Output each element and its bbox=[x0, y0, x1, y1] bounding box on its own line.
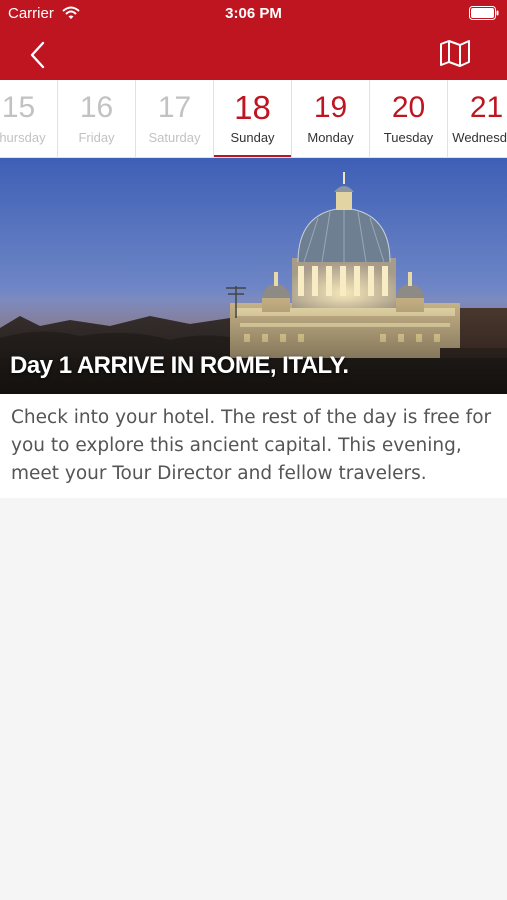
map-icon bbox=[440, 40, 470, 67]
hero-image: Day 1 ARRIVE IN ROME, ITALY. bbox=[0, 158, 507, 394]
date-number: 17 bbox=[157, 91, 192, 124]
day-title: Day 1 ARRIVE IN ROME, ITALY. bbox=[10, 352, 349, 379]
date-weekday: Sunday bbox=[230, 130, 275, 145]
date-cell-thursday[interactable]: 15 Thursday bbox=[0, 80, 58, 157]
back-button[interactable] bbox=[24, 38, 54, 72]
date-number: 15 bbox=[1, 91, 36, 124]
date-cell-tuesday[interactable]: 20 Tuesday bbox=[370, 80, 448, 157]
date-weekday: Saturday bbox=[148, 130, 201, 145]
date-weekday: Wednesday bbox=[452, 130, 507, 145]
date-number: 21 bbox=[469, 91, 504, 124]
date-number: 20 bbox=[391, 91, 426, 124]
date-cell-sunday[interactable]: 18 Sunday bbox=[214, 80, 292, 157]
date-cell-monday[interactable]: 19 Monday bbox=[292, 80, 370, 157]
date-weekday: Friday bbox=[78, 130, 115, 145]
app-header: Carrier 3:06 PM bbox=[0, 0, 507, 80]
map-button[interactable] bbox=[439, 38, 471, 68]
day-description: Check into your hotel. The rest of the d… bbox=[0, 394, 507, 498]
date-cell-wednesday[interactable]: 21 Wednesday bbox=[448, 80, 507, 157]
date-number: 19 bbox=[313, 91, 348, 124]
date-selector: 15 Thursday 16 Friday 17 Saturday 18 Sunday 19 Mo… bbox=[0, 80, 507, 158]
chevron-left-icon bbox=[30, 41, 45, 69]
date-weekday: Tuesday bbox=[383, 130, 434, 145]
status-time: 3:06 PM bbox=[225, 5, 282, 22]
date-weekday: Monday bbox=[307, 130, 354, 145]
date-track: 15 Thursday 16 Friday 17 Saturday 18 Sunday 19 Mo… bbox=[0, 80, 507, 157]
date-number: 18 bbox=[234, 89, 271, 126]
status-bar: Carrier 3:06 PM bbox=[0, 0, 507, 28]
date-number: 16 bbox=[79, 91, 114, 124]
battery-icon bbox=[469, 6, 499, 20]
date-cell-friday[interactable]: 16 Friday bbox=[58, 80, 136, 157]
date-weekday: Thursday bbox=[0, 130, 46, 145]
date-cell-saturday[interactable]: 17 Saturday bbox=[136, 80, 214, 157]
